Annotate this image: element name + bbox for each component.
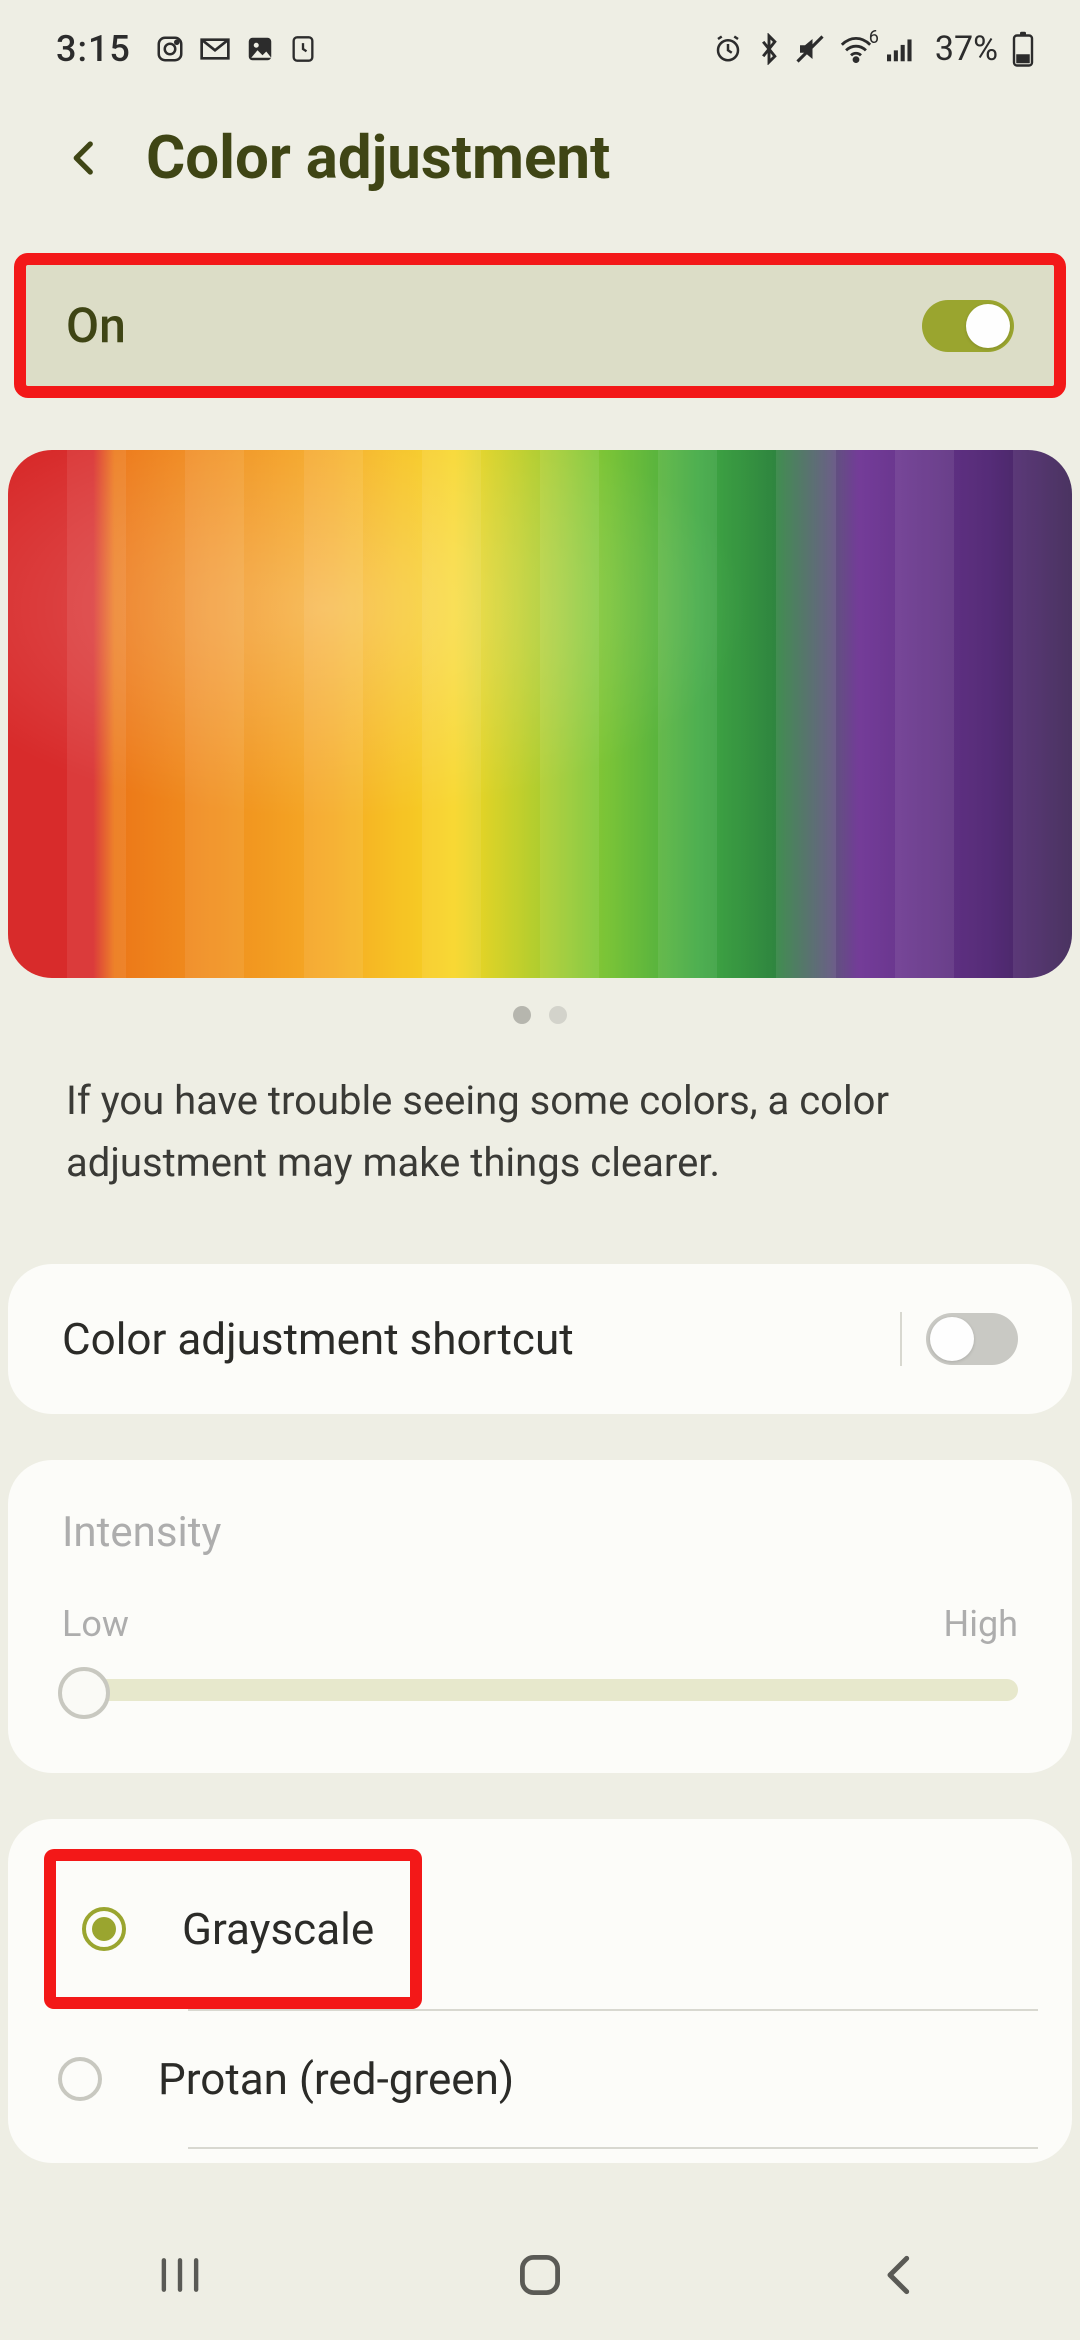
highlight-grayscale-option: Grayscale: [44, 1849, 422, 2009]
radio-unselected-icon: [58, 2057, 102, 2101]
highlight-master-toggle: On: [14, 253, 1066, 398]
status-right: 6 37%: [713, 29, 1034, 69]
recents-button[interactable]: [150, 2245, 210, 2305]
preview-image[interactable]: [8, 450, 1072, 978]
vertical-divider: [900, 1312, 902, 1366]
shortcut-label: Color adjustment shortcut: [62, 1313, 574, 1365]
pager-dot-active: [513, 1006, 531, 1024]
pager-dot-inactive: [549, 1006, 567, 1024]
description-text: If you have trouble seeing some colors, …: [0, 1024, 1080, 1264]
option-divider: [188, 2147, 1038, 2149]
master-toggle-row[interactable]: On: [46, 279, 1034, 372]
back-button[interactable]: [64, 137, 106, 179]
system-nav-bar: [0, 2210, 1080, 2340]
update-icon: [289, 34, 317, 64]
battery-icon: [1012, 31, 1034, 67]
status-left: 3:15: [56, 28, 317, 70]
intensity-range-labels: Low High: [62, 1603, 1018, 1645]
mute-icon: [795, 34, 825, 64]
wifi-badge: 6: [869, 27, 879, 48]
pager-dots: [0, 1006, 1080, 1024]
page-title: Color adjustment: [146, 122, 610, 193]
radio-selected-icon: [82, 1907, 126, 1951]
intensity-card: Intensity Low High: [8, 1460, 1072, 1773]
shortcut-row[interactable]: Color adjustment shortcut: [8, 1264, 1072, 1414]
option-label: Protan (red-green): [158, 2053, 514, 2105]
master-toggle-state-label: On: [66, 297, 126, 354]
bluetooth-icon: [757, 33, 781, 65]
status-bar: 3:15 6 37%: [0, 0, 1080, 92]
image-icon: [245, 34, 275, 64]
intensity-high-label: High: [944, 1603, 1018, 1645]
option-protan[interactable]: Protan (red-green): [8, 2009, 1072, 2149]
gmail-icon: [199, 34, 231, 64]
option-grayscale[interactable]: Grayscale: [62, 1867, 404, 1991]
page-header: Color adjustment: [0, 92, 1080, 253]
options-card: Grayscale Protan (red-green): [8, 1819, 1072, 2163]
nav-back-button[interactable]: [870, 2245, 930, 2305]
slider-thumb[interactable]: [58, 1667, 110, 1719]
signal-icon: [887, 35, 917, 63]
alarm-icon: [713, 34, 743, 64]
option-label: Grayscale: [182, 1903, 374, 1955]
battery-percent: 37%: [935, 29, 998, 69]
status-time: 3:15: [56, 28, 131, 70]
slider-track: [62, 1679, 1018, 1701]
intensity-title: Intensity: [62, 1508, 1018, 1557]
shortcut-card: Color adjustment shortcut: [8, 1264, 1072, 1414]
wifi-icon: 6: [839, 35, 873, 63]
home-button[interactable]: [510, 2245, 570, 2305]
instagram-icon: [155, 34, 185, 64]
intensity-low-label: Low: [62, 1603, 129, 1645]
intensity-slider[interactable]: [62, 1667, 1018, 1713]
master-toggle-switch[interactable]: [922, 300, 1014, 352]
shortcut-toggle-switch[interactable]: [926, 1313, 1018, 1365]
